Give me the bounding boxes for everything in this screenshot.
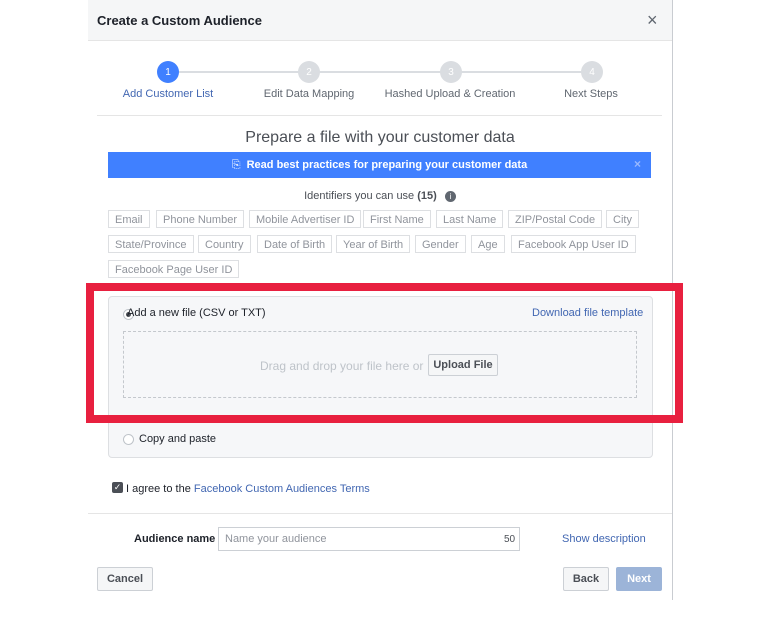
identifier-tag: Mobile Advertiser ID [249, 210, 362, 228]
identifier-tag: Age [471, 235, 505, 253]
dialog-header: Create a Custom Audience × [88, 0, 672, 41]
audience-name-label: Audience name [134, 533, 216, 545]
step-1-circle: 1 [157, 61, 179, 83]
identifier-tag: City [606, 210, 639, 228]
identifier-tag: Last Name [436, 210, 504, 228]
terms-text: I agree to the Facebook Custom Audiences… [126, 483, 370, 495]
audience-char-count: 50 [504, 534, 516, 545]
identifier-tag: Country [198, 235, 251, 253]
step-1-label: Add Customer List [122, 88, 214, 100]
step-4-circle: 4 [581, 61, 603, 83]
identifiers-label: Identifiers you can use [304, 190, 415, 202]
audience-name-input[interactable] [218, 527, 520, 551]
identifier-tag: First Name [363, 210, 431, 228]
cancel-button[interactable]: Cancel [97, 567, 153, 591]
identifier-tag: State/Province [108, 235, 194, 253]
step-connector-2 [310, 71, 452, 73]
step-connector-3 [452, 71, 592, 73]
back-button[interactable]: Back [563, 567, 609, 591]
identifier-tag: Facebook Page User ID [108, 260, 240, 278]
info-icon[interactable]: i [444, 190, 456, 202]
step-connector-1 [168, 71, 310, 73]
step-2-label: Edit Data Mapping [263, 88, 355, 100]
highlight-box [86, 283, 683, 423]
identifiers-count: (15) [417, 190, 437, 202]
identifier-tag: Phone Number [156, 210, 244, 228]
terms-checkbox[interactable]: ✓ [112, 482, 123, 493]
terms-prefix: I agree to the [126, 483, 194, 495]
step-4-label: Next Steps [564, 88, 618, 100]
terms-link[interactable]: Facebook Custom Audiences Terms [194, 483, 370, 495]
identifier-tag: Year of Birth [336, 235, 411, 253]
identifier-tag: Email [108, 210, 150, 228]
next-button[interactable]: Next [616, 567, 662, 591]
identifier-tag: ZIP/Postal Code [508, 210, 603, 228]
close-icon[interactable]: × [647, 10, 658, 31]
identifiers-heading: Identifiers you can use (15) i [88, 190, 672, 202]
copy-paste-radio[interactable] [123, 434, 134, 445]
stepper-divider [97, 115, 662, 116]
best-practices-banner[interactable]: ⎘ Read best practices for preparing your… [108, 152, 651, 178]
identifier-tag: Gender [415, 235, 466, 253]
show-description-link[interactable]: Show description [562, 533, 646, 545]
step-2-circle: 2 [298, 61, 320, 83]
open-link-icon: ⎘ [231, 158, 241, 171]
identifier-tag: Facebook App User ID [511, 235, 636, 253]
banner-text: Read best practices for preparing your c… [246, 159, 528, 171]
section-title: Prepare a file with your customer data [245, 129, 515, 146]
footer-divider [88, 513, 672, 514]
step-3-circle: 3 [440, 61, 462, 83]
step-3-label: Hashed Upload & Creation [384, 88, 516, 100]
copy-paste-label[interactable]: Copy and paste [139, 433, 216, 445]
identifier-tag: Date of Birth [257, 235, 333, 253]
dialog-title: Create a Custom Audience [97, 13, 262, 28]
banner-close-icon[interactable]: × [634, 157, 641, 171]
